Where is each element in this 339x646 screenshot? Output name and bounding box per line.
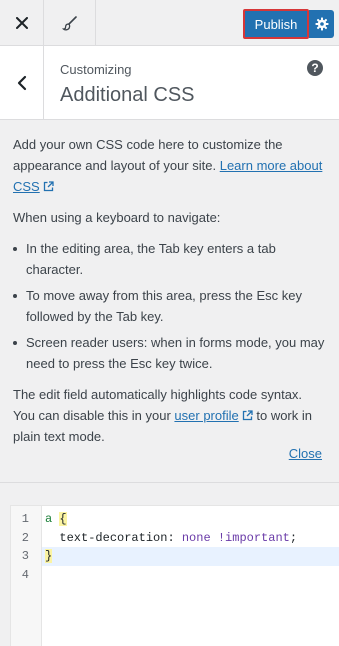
intro-paragraph: Add your own CSS code here to customize …: [13, 134, 325, 197]
css-selector: a: [45, 512, 53, 526]
line-number: 2: [21, 530, 29, 545]
close-brace: }: [45, 549, 53, 563]
code-line-active: }: [42, 547, 339, 566]
chevron-left-icon: [17, 75, 26, 90]
close-description-link[interactable]: Close: [289, 443, 322, 464]
publish-settings-button[interactable]: [309, 10, 334, 38]
line-number: 1: [21, 512, 29, 526]
external-link-icon: [242, 410, 253, 421]
external-link-icon: [43, 181, 54, 192]
css-value: none !important: [181, 530, 290, 545]
close-customizer-button[interactable]: [0, 0, 44, 46]
gear-icon: [315, 17, 328, 31]
keyboard-heading: When using a keyboard to navigate:: [13, 210, 221, 225]
customizer-toolbar: Publish: [0, 0, 339, 46]
code-line: a {: [42, 510, 339, 529]
colon: :: [167, 530, 175, 545]
open-brace: {: [59, 512, 67, 526]
line-number: 3: [21, 549, 29, 563]
close-icon: [15, 17, 28, 29]
preview-style-button[interactable]: [44, 0, 96, 46]
semicolon: ;: [289, 530, 298, 545]
publish-button[interactable]: Publish: [244, 10, 308, 38]
syntax-paragraph: The edit field automatically highlights …: [13, 384, 325, 447]
code-line: text-decoration: none !important;: [42, 529, 339, 548]
help-icon[interactable]: ?: [307, 60, 323, 76]
breadcrumb: Customizing: [60, 62, 132, 77]
line-number-gutter: 1 2 3 4: [11, 506, 42, 646]
css-property: text-decoration: [59, 530, 168, 545]
brush-icon: [61, 16, 77, 31]
css-code-editor[interactable]: 1 2 3 4 a { text-decoration: none !impor…: [10, 505, 339, 646]
page-title: Additional CSS: [60, 84, 195, 106]
user-profile-link-text: user profile: [174, 408, 239, 423]
list-item: To move away from this area, press the E…: [13, 285, 325, 327]
code-area[interactable]: a { text-decoration: none !important; }: [42, 506, 339, 584]
list-item: Screen reader users: when in forms mode,…: [13, 332, 325, 374]
back-button[interactable]: [0, 46, 44, 119]
list-item: In the editing area, the Tab key enters …: [13, 238, 325, 280]
keyboard-tips-list: In the editing area, the Tab key enters …: [13, 238, 325, 374]
section-header: Customizing Additional CSS ?: [0, 46, 339, 120]
divider: [0, 482, 339, 483]
user-profile-link[interactable]: user profile: [174, 408, 238, 423]
line-number: 4: [21, 567, 29, 582]
section-description: Add your own CSS code here to customize …: [0, 120, 339, 482]
